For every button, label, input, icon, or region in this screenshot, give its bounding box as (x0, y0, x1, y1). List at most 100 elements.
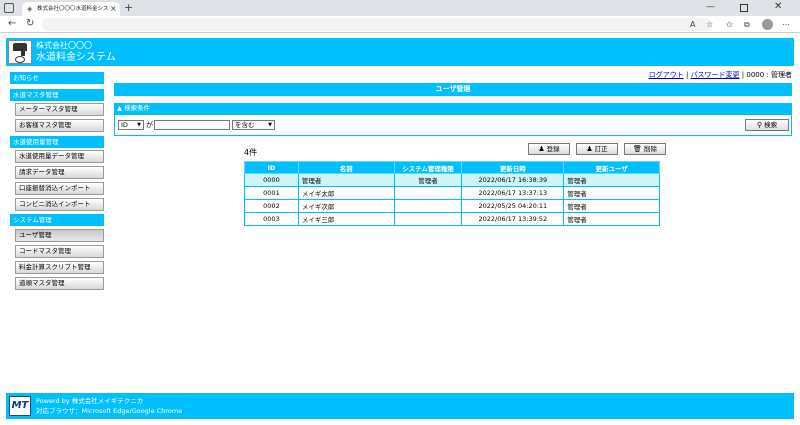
register-button-label: 登録 (546, 145, 560, 153)
favorite-icon[interactable]: ☆ (706, 19, 713, 30)
browser-tab-bar: ◈ 株式会社〇〇〇水道料金システム / ユー × + — ✕ (0, 0, 800, 16)
app-footer: MT Powerd by 株式会社メイギテクニカ 対応ブラウザ：Microsof… (6, 393, 794, 419)
cell-id: 0001 (244, 186, 299, 200)
table-row[interactable]: 0003 メイギ三郎 2022/06/17 13:39:52 管理者 (244, 212, 660, 226)
profile-avatar[interactable] (762, 19, 773, 30)
minimize-icon[interactable]: — (706, 2, 715, 12)
match-type-select[interactable]: を含む ▼ (232, 120, 275, 130)
sidebar-item-fee-script[interactable]: 料金計算スクリプト管理 (15, 261, 104, 274)
table-row[interactable]: 0002 メイギ次郎 2022/05/25 04:20:11 管理者 (244, 199, 660, 213)
company-name: 株式会社〇〇〇 (36, 41, 92, 50)
tab-close-icon[interactable]: × (110, 4, 117, 14)
close-window-icon[interactable]: ✕ (774, 1, 782, 12)
search-field-value: ID (121, 121, 128, 129)
chevron-down-icon: ▼ (137, 122, 141, 128)
link-separator: | (683, 71, 691, 79)
sidebar-item-usage-data[interactable]: 水道使用量データ管理 (15, 150, 104, 163)
system-title: 水道料金システム (36, 52, 116, 63)
search-input[interactable] (154, 120, 230, 130)
table-row[interactable]: 0000 管理者 管理者 2022/06/17 16:38:39 管理者 (244, 173, 660, 187)
col-id[interactable]: ID (244, 161, 299, 174)
search-button[interactable]: ⚲ 検索 (745, 119, 789, 131)
edit-button[interactable]: ♟ 訂正 (576, 143, 618, 155)
sidebar-group-water-master: 水道マスタ管理 (10, 89, 104, 101)
cell-updated-at: 2022/05/25 04:20:11 (461, 199, 565, 213)
user-icon: ♟ (586, 145, 593, 153)
powered-by: Powerd by 株式会社メイギテクニカ (36, 397, 144, 405)
trash-icon: 🗑 (633, 145, 642, 153)
change-password-link[interactable]: パスワード変更 (691, 71, 740, 79)
cell-name: メイギ太郎 (297, 186, 395, 200)
tab-title: 株式会社〇〇〇水道料金システム / ユー (37, 6, 109, 12)
search-field-select[interactable]: ID ▼ (118, 120, 144, 130)
search-conditions-toggle[interactable]: ▲ 検索条件 (114, 103, 792, 114)
match-type-value: を含む (235, 121, 255, 129)
cell-name: メイギ三郎 (297, 212, 395, 226)
col-updated-by[interactable]: 更新ユーザ (563, 161, 660, 174)
table-row[interactable]: 0001 メイギ太郎 2022/06/17 13:37:13 管理者 (244, 186, 660, 200)
col-admin[interactable]: システム管理権限 (393, 161, 463, 174)
sidebar-item-bank-import[interactable]: 口座振替消込インポート (15, 182, 104, 195)
favorites-list-icon[interactable]: ✩ (726, 19, 733, 30)
company-logo-icon: MT (9, 396, 31, 416)
cell-updated-by: 管理者 (563, 173, 660, 187)
cell-admin (393, 199, 463, 213)
cell-name: メイギ次郎 (297, 199, 395, 213)
chevron-down-icon: ▼ (268, 122, 272, 128)
register-button[interactable]: ♟ 登録 (528, 143, 570, 155)
col-name[interactable]: 名前 (297, 161, 395, 174)
sidebar-item-user-management[interactable]: ユーザ管理 (15, 229, 104, 242)
current-user: | 0000 : 管理者 (739, 71, 792, 79)
sidebar-item-customer-master[interactable]: お客様マスタ管理 (15, 119, 104, 132)
delete-button-label: 削除 (643, 145, 657, 153)
cell-id: 0000 (244, 173, 299, 187)
water-tap-logo-icon (8, 40, 32, 64)
cell-updated-by: 管理者 (563, 199, 660, 213)
cell-updated-at: 2022/06/17 13:37:13 (461, 186, 565, 200)
app-header: 株式会社〇〇〇 水道料金システム (6, 38, 794, 66)
refresh-icon[interactable]: ↻ (26, 18, 34, 30)
sidebar-item-meter-master[interactable]: メーターマスタ管理 (15, 103, 104, 116)
tab-actions-icon[interactable] (4, 3, 14, 13)
col-updated-at[interactable]: 更新日時 (461, 161, 565, 174)
top-links: ログアウト | パスワード変更 | 0000 : 管理者 (600, 70, 792, 80)
search-icon: ⚲ (756, 121, 763, 129)
search-panel: ID ▼ が を含む ▼ ⚲ 検索 (114, 114, 792, 136)
address-bar: ← ↻ A ☆ ✩ ⧉ ⋯ (0, 16, 800, 33)
sidebar-group-water-usage: 水道使用量管理 (10, 136, 104, 148)
more-menu-icon[interactable]: ⋯ (782, 19, 790, 30)
back-icon[interactable]: ← (8, 18, 16, 30)
read-aloud-icon[interactable]: A (690, 19, 695, 30)
cell-updated-at: 2022/06/17 16:38:39 (461, 173, 565, 187)
table-header-row: ID 名前 システム管理権限 更新日時 更新ユーザ (244, 161, 660, 174)
url-input[interactable] (42, 18, 712, 31)
cell-admin: 管理者 (393, 173, 463, 187)
maximize-icon[interactable] (740, 4, 748, 12)
sidebar-group-system: システム管理 (10, 214, 104, 226)
collections-icon[interactable]: ⧉ (744, 19, 750, 30)
edit-button-label: 訂正 (594, 145, 608, 153)
result-count: 4件 (244, 148, 258, 157)
ga-label: が (146, 121, 153, 129)
sidebar-notice[interactable]: お知らせ (10, 72, 104, 84)
cell-updated-at: 2022/06/17 13:39:52 (461, 212, 565, 226)
browser-tab[interactable]: ◈ 株式会社〇〇〇水道料金システム / ユー × (22, 2, 120, 16)
sidebar-item-billing-data[interactable]: 請求データ管理 (15, 166, 104, 179)
cell-id: 0003 (244, 212, 299, 226)
new-tab-icon[interactable]: + (124, 1, 133, 15)
cell-updated-by: 管理者 (563, 212, 660, 226)
logout-link[interactable]: ログアウト (649, 71, 684, 79)
page-title: ユーザ管理 (114, 83, 792, 96)
delete-button[interactable]: 🗑 削除 (624, 143, 666, 155)
favicon-icon: ◈ (27, 5, 33, 13)
sidebar-item-route-master[interactable]: 道順マスタ管理 (15, 277, 104, 290)
search-button-label: 検索 (764, 121, 778, 129)
user-table: ID 名前 システム管理権限 更新日時 更新ユーザ 0000 管理者 管理者 2… (244, 161, 660, 226)
sidebar-item-convenience-import[interactable]: コンビニ消込インポート (15, 198, 104, 211)
cell-id: 0002 (244, 199, 299, 213)
cell-name: 管理者 (297, 173, 395, 187)
supported-browsers: 対応ブラウザ：Microsoft Edge/Google Chrome (36, 407, 183, 415)
cell-admin (393, 212, 463, 226)
sidebar-item-code-master[interactable]: コードマスタ管理 (15, 245, 104, 258)
user-icon: ♟ (538, 145, 545, 153)
